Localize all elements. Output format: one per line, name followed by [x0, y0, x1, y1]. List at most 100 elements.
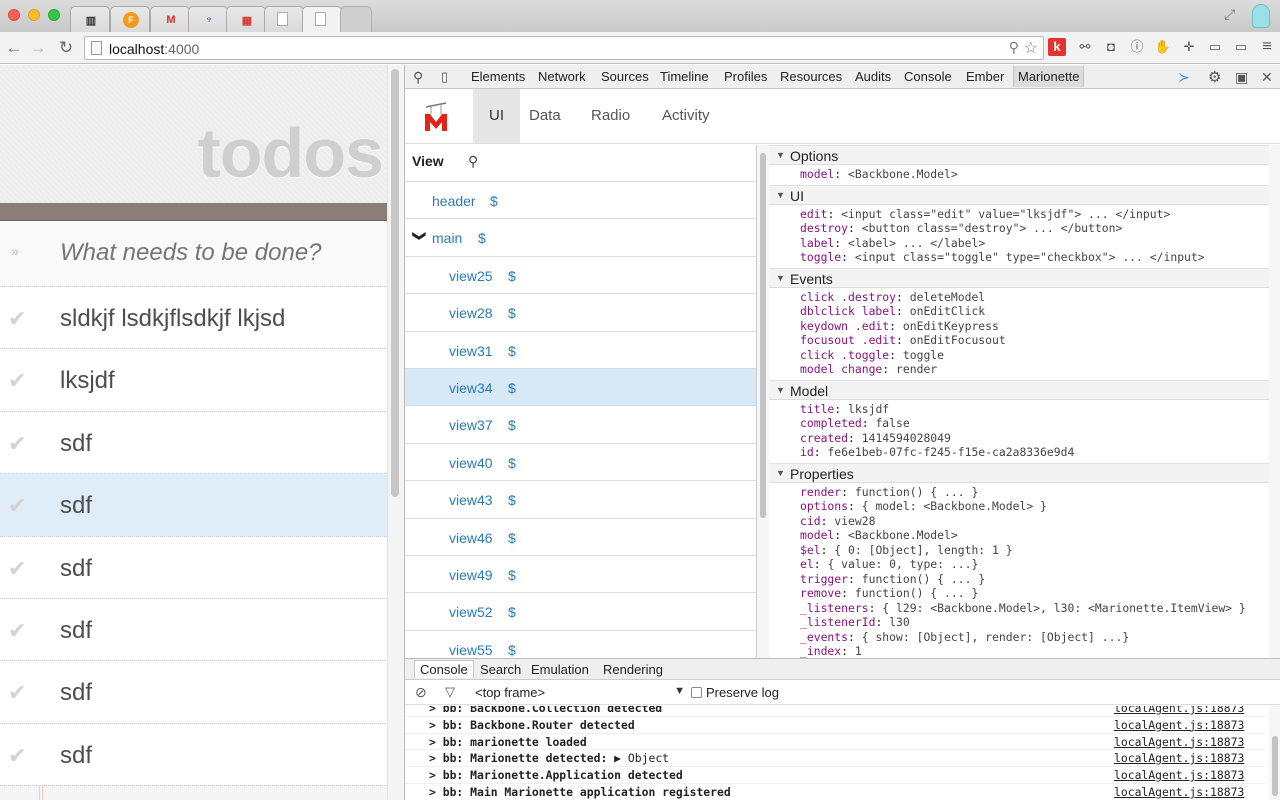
filter-icon[interactable]: ▽	[445, 684, 455, 700]
view-tree-row[interactable]: ❯ main $	[405, 219, 756, 257]
checkmark-icon[interactable]: ✔	[8, 556, 26, 582]
scrollbar-thumb[interactable]	[760, 153, 766, 518]
cast-icon[interactable]: ▭	[1206, 38, 1224, 56]
profile-avatar[interactable]	[1252, 4, 1270, 28]
todo-item[interactable]: ✔ sdf	[0, 598, 387, 662]
inspect-element-dollar[interactable]: $	[508, 417, 516, 433]
bookmark-star-icon[interactable]: ☆	[1024, 38, 1038, 58]
devtools-tab-network[interactable]: Network	[538, 69, 586, 84]
inspect-element-dollar[interactable]: $	[508, 604, 516, 620]
extension-window-icon[interactable]: ▭	[1232, 38, 1250, 56]
console-scrollbar[interactable]	[1269, 706, 1280, 800]
todo-item[interactable]: ✔ lksjdf	[0, 349, 387, 412]
fullscreen-icon[interactable]: ⤢	[1224, 6, 1235, 23]
view-tree-row[interactable]: view25 $	[405, 257, 756, 295]
inspect-element-dollar[interactable]: $	[508, 305, 516, 321]
drawer-tab-search[interactable]: Search	[475, 661, 526, 678]
checkmark-icon[interactable]: ✔	[8, 743, 26, 769]
checkmark-icon[interactable]: ✔	[8, 368, 26, 394]
zoom-window-button[interactable]	[48, 9, 60, 21]
view-tree-row[interactable]: view40 $	[405, 444, 756, 482]
todo-item[interactable]: ✔ sdf	[0, 661, 387, 724]
marionette-tab-activity[interactable]: Activity	[646, 89, 726, 143]
new-todo-input[interactable]	[60, 239, 380, 267]
devtools-tab-timeline[interactable]: Timeline	[660, 69, 709, 84]
browser-tab[interactable]	[264, 6, 304, 32]
view-tree-row[interactable]: view37 $	[405, 406, 756, 444]
back-button[interactable]: ←	[4, 38, 24, 58]
devtools-tab-resources[interactable]: Resources	[780, 69, 842, 84]
inspect-icon[interactable]: ⚲	[413, 69, 423, 86]
source-link[interactable]: localAgent.js:18873	[1114, 718, 1244, 732]
search-icon[interactable]: ⚲	[468, 153, 478, 170]
inspect-element-dollar[interactable]: $	[508, 268, 516, 284]
view-tree-row[interactable]: view49 $	[405, 556, 756, 594]
todo-item[interactable]: ✔ sdf	[0, 411, 387, 475]
drawer-tab-console[interactable]: Console	[414, 660, 474, 678]
inspect-element-dollar[interactable]: $	[490, 193, 498, 209]
devtools-tab-ember[interactable]: Ember	[966, 69, 1004, 84]
inspector-section-model[interactable]: ▼ Model	[769, 379, 1269, 400]
source-link[interactable]: localAgent.js:18873	[1114, 751, 1244, 765]
inspector-scrollbar[interactable]	[1269, 145, 1280, 658]
new-tab-button[interactable]	[340, 6, 372, 32]
scrollbar-thumb[interactable]	[391, 69, 399, 497]
view-tree-row[interactable]: view34 $	[405, 368, 756, 407]
view-tree-row[interactable]: view52 $	[405, 593, 756, 631]
device-mode-icon[interactable]: ▯	[441, 69, 448, 85]
inspect-element-dollar[interactable]: $	[508, 530, 516, 546]
extension-binoculars-icon[interactable]: ⚯	[1076, 38, 1094, 56]
url-text[interactable]: localhost:4000	[109, 41, 199, 57]
checkmark-icon[interactable]: ✔	[8, 493, 26, 519]
source-link[interactable]: localAgent.js:18873	[1114, 735, 1244, 749]
close-window-button[interactable]	[8, 9, 20, 21]
todo-item[interactable]: ✔ sdf	[0, 474, 387, 537]
pocket-icon[interactable]: ◘	[1102, 38, 1120, 56]
browser-tab[interactable]	[302, 6, 342, 33]
devtools-tab-console[interactable]: Console	[904, 69, 952, 84]
drawer-toggle-icon[interactable]: ≻	[1178, 69, 1190, 86]
clear-console-icon[interactable]: ⊘	[415, 684, 427, 701]
devtools-tab-marionette[interactable]: Marionette	[1013, 66, 1085, 87]
page-scrollbar[interactable]	[387, 65, 404, 800]
browser-tab[interactable]: M	[150, 6, 190, 32]
dock-icon[interactable]: ▣	[1235, 69, 1248, 86]
search-zoom-icon[interactable]: ⚲	[1009, 39, 1019, 56]
devtools-tab-profiles[interactable]: Profiles	[724, 69, 767, 84]
checkmark-icon[interactable]: ✔	[8, 618, 26, 644]
extension-k-icon[interactable]: k	[1048, 38, 1066, 56]
source-link[interactable]: localAgent.js:18873	[1114, 785, 1244, 799]
browser-tab[interactable]: ▦	[226, 6, 266, 32]
drawer-tab-emulation[interactable]: Emulation	[526, 661, 594, 678]
view-tree-row[interactable]: view31 $	[405, 332, 756, 369]
todo-item[interactable]: ✔ sdf	[0, 536, 387, 599]
reload-button[interactable]: ↻	[56, 38, 76, 58]
menu-icon[interactable]: ≡	[1258, 38, 1276, 56]
source-link[interactable]: localAgent.js:18873	[1114, 768, 1244, 782]
checkmark-icon[interactable]: ✔	[8, 431, 26, 457]
browser-tab[interactable]: ▥	[70, 6, 110, 32]
extension-hand-icon[interactable]: ✋	[1154, 38, 1172, 56]
drawer-tab-rendering[interactable]: Rendering	[598, 661, 668, 678]
view-tree-row[interactable]: view55 $	[405, 631, 756, 658]
view-tree-row[interactable]: header $	[405, 182, 756, 220]
browser-tab[interactable]: ♆	[188, 6, 228, 32]
inspector-section-events[interactable]: ▼ Events	[769, 267, 1269, 288]
checkmark-icon[interactable]: ✔	[8, 306, 26, 332]
todo-item[interactable]: ✔ sldkjf lsdkjflsdkjf lkjsd	[0, 287, 387, 350]
view-tree-row[interactable]: view28 $	[405, 294, 756, 332]
settings-gear-icon[interactable]: ⚙	[1208, 68, 1221, 86]
inspector-section-properties[interactable]: ▼ Properties	[769, 462, 1269, 483]
minimize-window-button[interactable]	[28, 9, 40, 21]
inspect-element-dollar[interactable]: $	[508, 343, 516, 359]
inspect-element-dollar[interactable]: $	[508, 642, 516, 658]
view-tree-row[interactable]: view46 $	[405, 519, 756, 556]
forward-button[interactable]: →	[28, 38, 48, 58]
inspect-element-dollar[interactable]: $	[508, 567, 516, 583]
browser-tab[interactable]: F	[110, 6, 150, 32]
preserve-log-checkbox[interactable]: Preserve log	[691, 685, 779, 700]
devtools-tab-audits[interactable]: Audits	[855, 69, 891, 84]
expandable-object[interactable]: ▶ Object	[614, 751, 669, 765]
chevron-down-icon[interactable]: ❯	[411, 231, 427, 242]
inspector-section-options[interactable]: ▼ Options	[769, 145, 1269, 165]
